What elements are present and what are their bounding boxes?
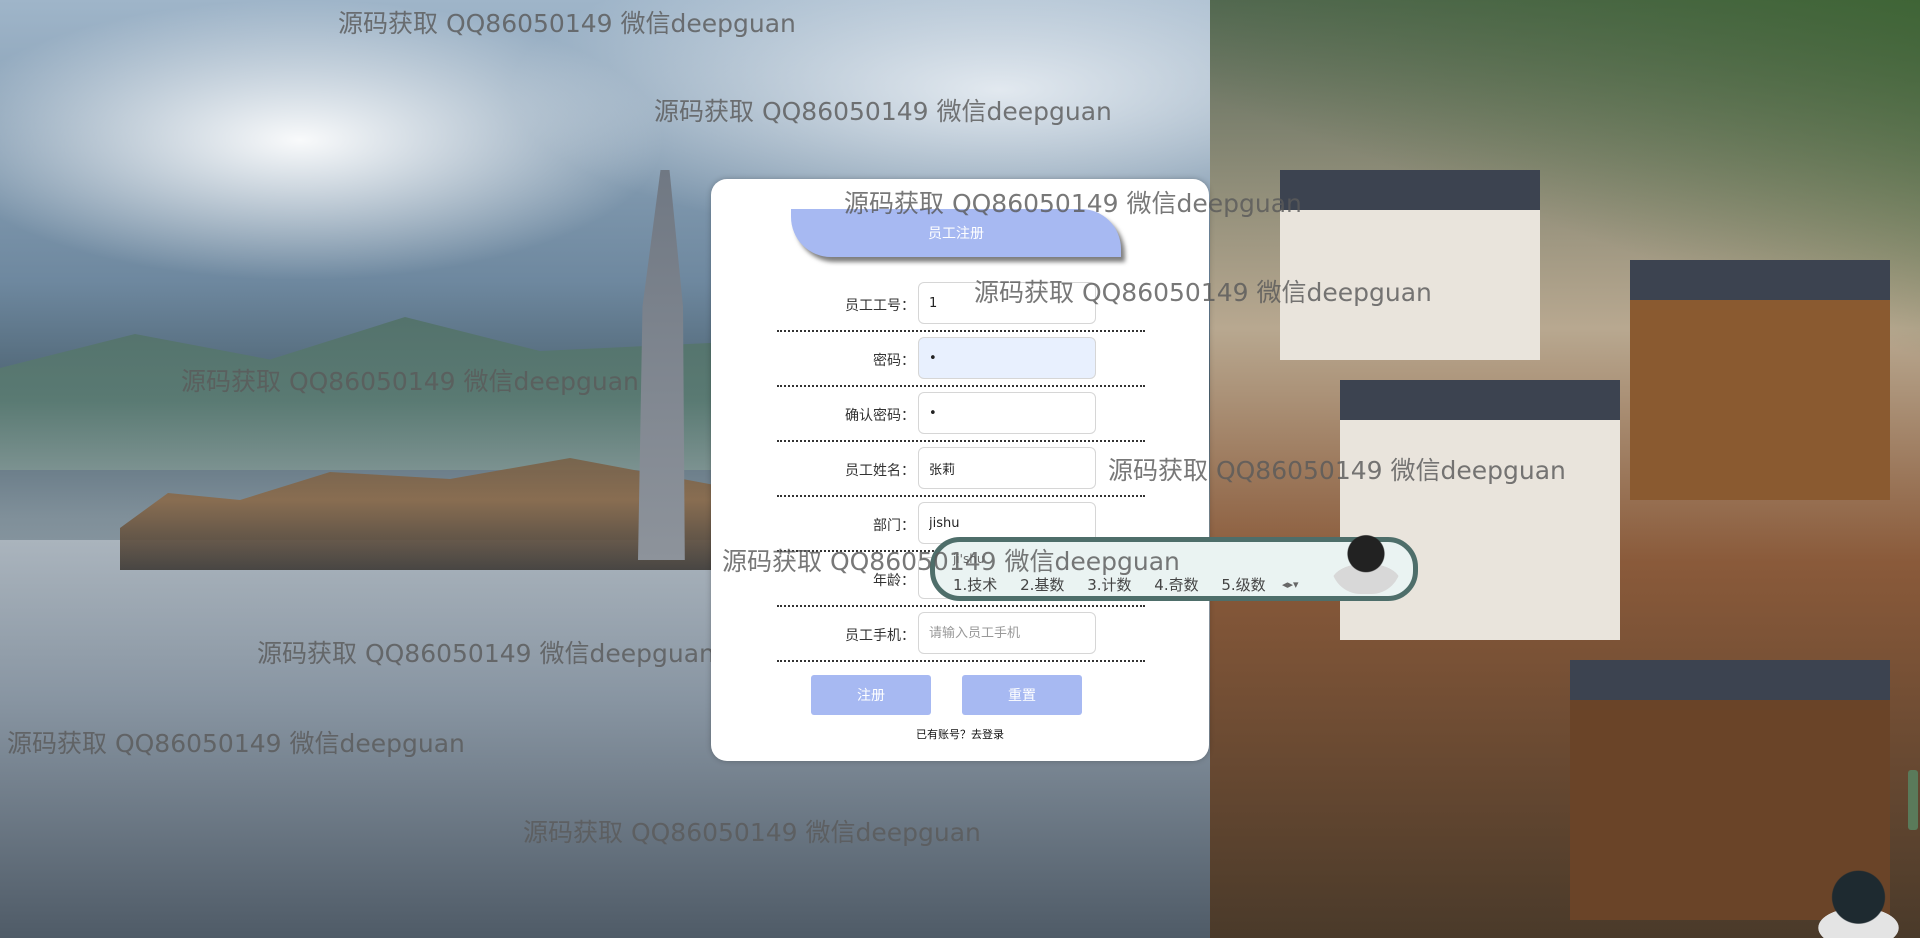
- corner-mascot-icon: [1818, 870, 1908, 938]
- background-house: [1630, 260, 1890, 500]
- background-house: [1280, 170, 1540, 360]
- ime-candidate[interactable]: 3.计数: [1087, 576, 1131, 594]
- watermark-text: 源码获取 QQ86050149 微信deepguan: [1108, 456, 1566, 485]
- form-row-confirm-password: 确认密码：: [777, 385, 1145, 442]
- watermark-text: 源码获取 QQ86050149 微信deepguan: [523, 818, 981, 847]
- side-scroll-indicator: [1908, 770, 1918, 830]
- watermark-text: 源码获取 QQ86050149 微信deepguan: [181, 367, 639, 396]
- ime-candidate[interactable]: 4.奇数: [1154, 576, 1198, 594]
- go-to-login-link[interactable]: 已有账号？去登录: [711, 726, 1209, 742]
- form-row-employee-name: 员工姓名：: [777, 440, 1145, 497]
- employee-name-label: 员工姓名：: [845, 463, 915, 479]
- ime-mascot-icon: [1331, 532, 1401, 594]
- ime-page-arrows-icon[interactable]: ◂▸▾: [1282, 578, 1299, 591]
- ime-candidate[interactable]: 1.技术: [953, 576, 997, 594]
- watermark-text: 源码获取 QQ86050149 微信deepguan: [722, 547, 1180, 576]
- employee-id-label: 员工工号：: [845, 298, 915, 314]
- watermark-text: 源码获取 QQ86050149 微信deepguan: [974, 278, 1432, 307]
- background-house: [1340, 380, 1620, 640]
- employee-name-input[interactable]: [918, 447, 1096, 489]
- confirm-password-input[interactable]: [918, 392, 1096, 434]
- password-label: 密码：: [873, 353, 915, 369]
- watermark-text: 源码获取 QQ86050149 微信deepguan: [257, 639, 715, 668]
- form-row-phone: 员工手机：: [777, 605, 1145, 662]
- watermark-text: 源码获取 QQ86050149 微信deepguan: [654, 97, 1112, 126]
- phone-label: 员工手机：: [845, 628, 915, 644]
- department-label: 部门：: [873, 518, 915, 534]
- phone-input[interactable]: [918, 612, 1096, 654]
- watermark-text: 源码获取 QQ86050149 微信deepguan: [844, 189, 1302, 218]
- confirm-password-label: 确认密码：: [845, 408, 915, 424]
- ime-candidate[interactable]: 5.级数: [1221, 576, 1265, 594]
- password-input[interactable]: [918, 337, 1096, 379]
- watermark-text: 源码获取 QQ86050149 微信deepguan: [338, 9, 796, 38]
- form-title: 员工注册: [928, 226, 984, 242]
- watermark-text: 源码获取 QQ86050149 微信deepguan: [7, 729, 465, 758]
- reset-button[interactable]: 重置: [962, 675, 1082, 715]
- register-button[interactable]: 注册: [811, 675, 931, 715]
- ime-candidate[interactable]: 2.基数: [1020, 576, 1064, 594]
- form-row-password: 密码：: [777, 330, 1145, 387]
